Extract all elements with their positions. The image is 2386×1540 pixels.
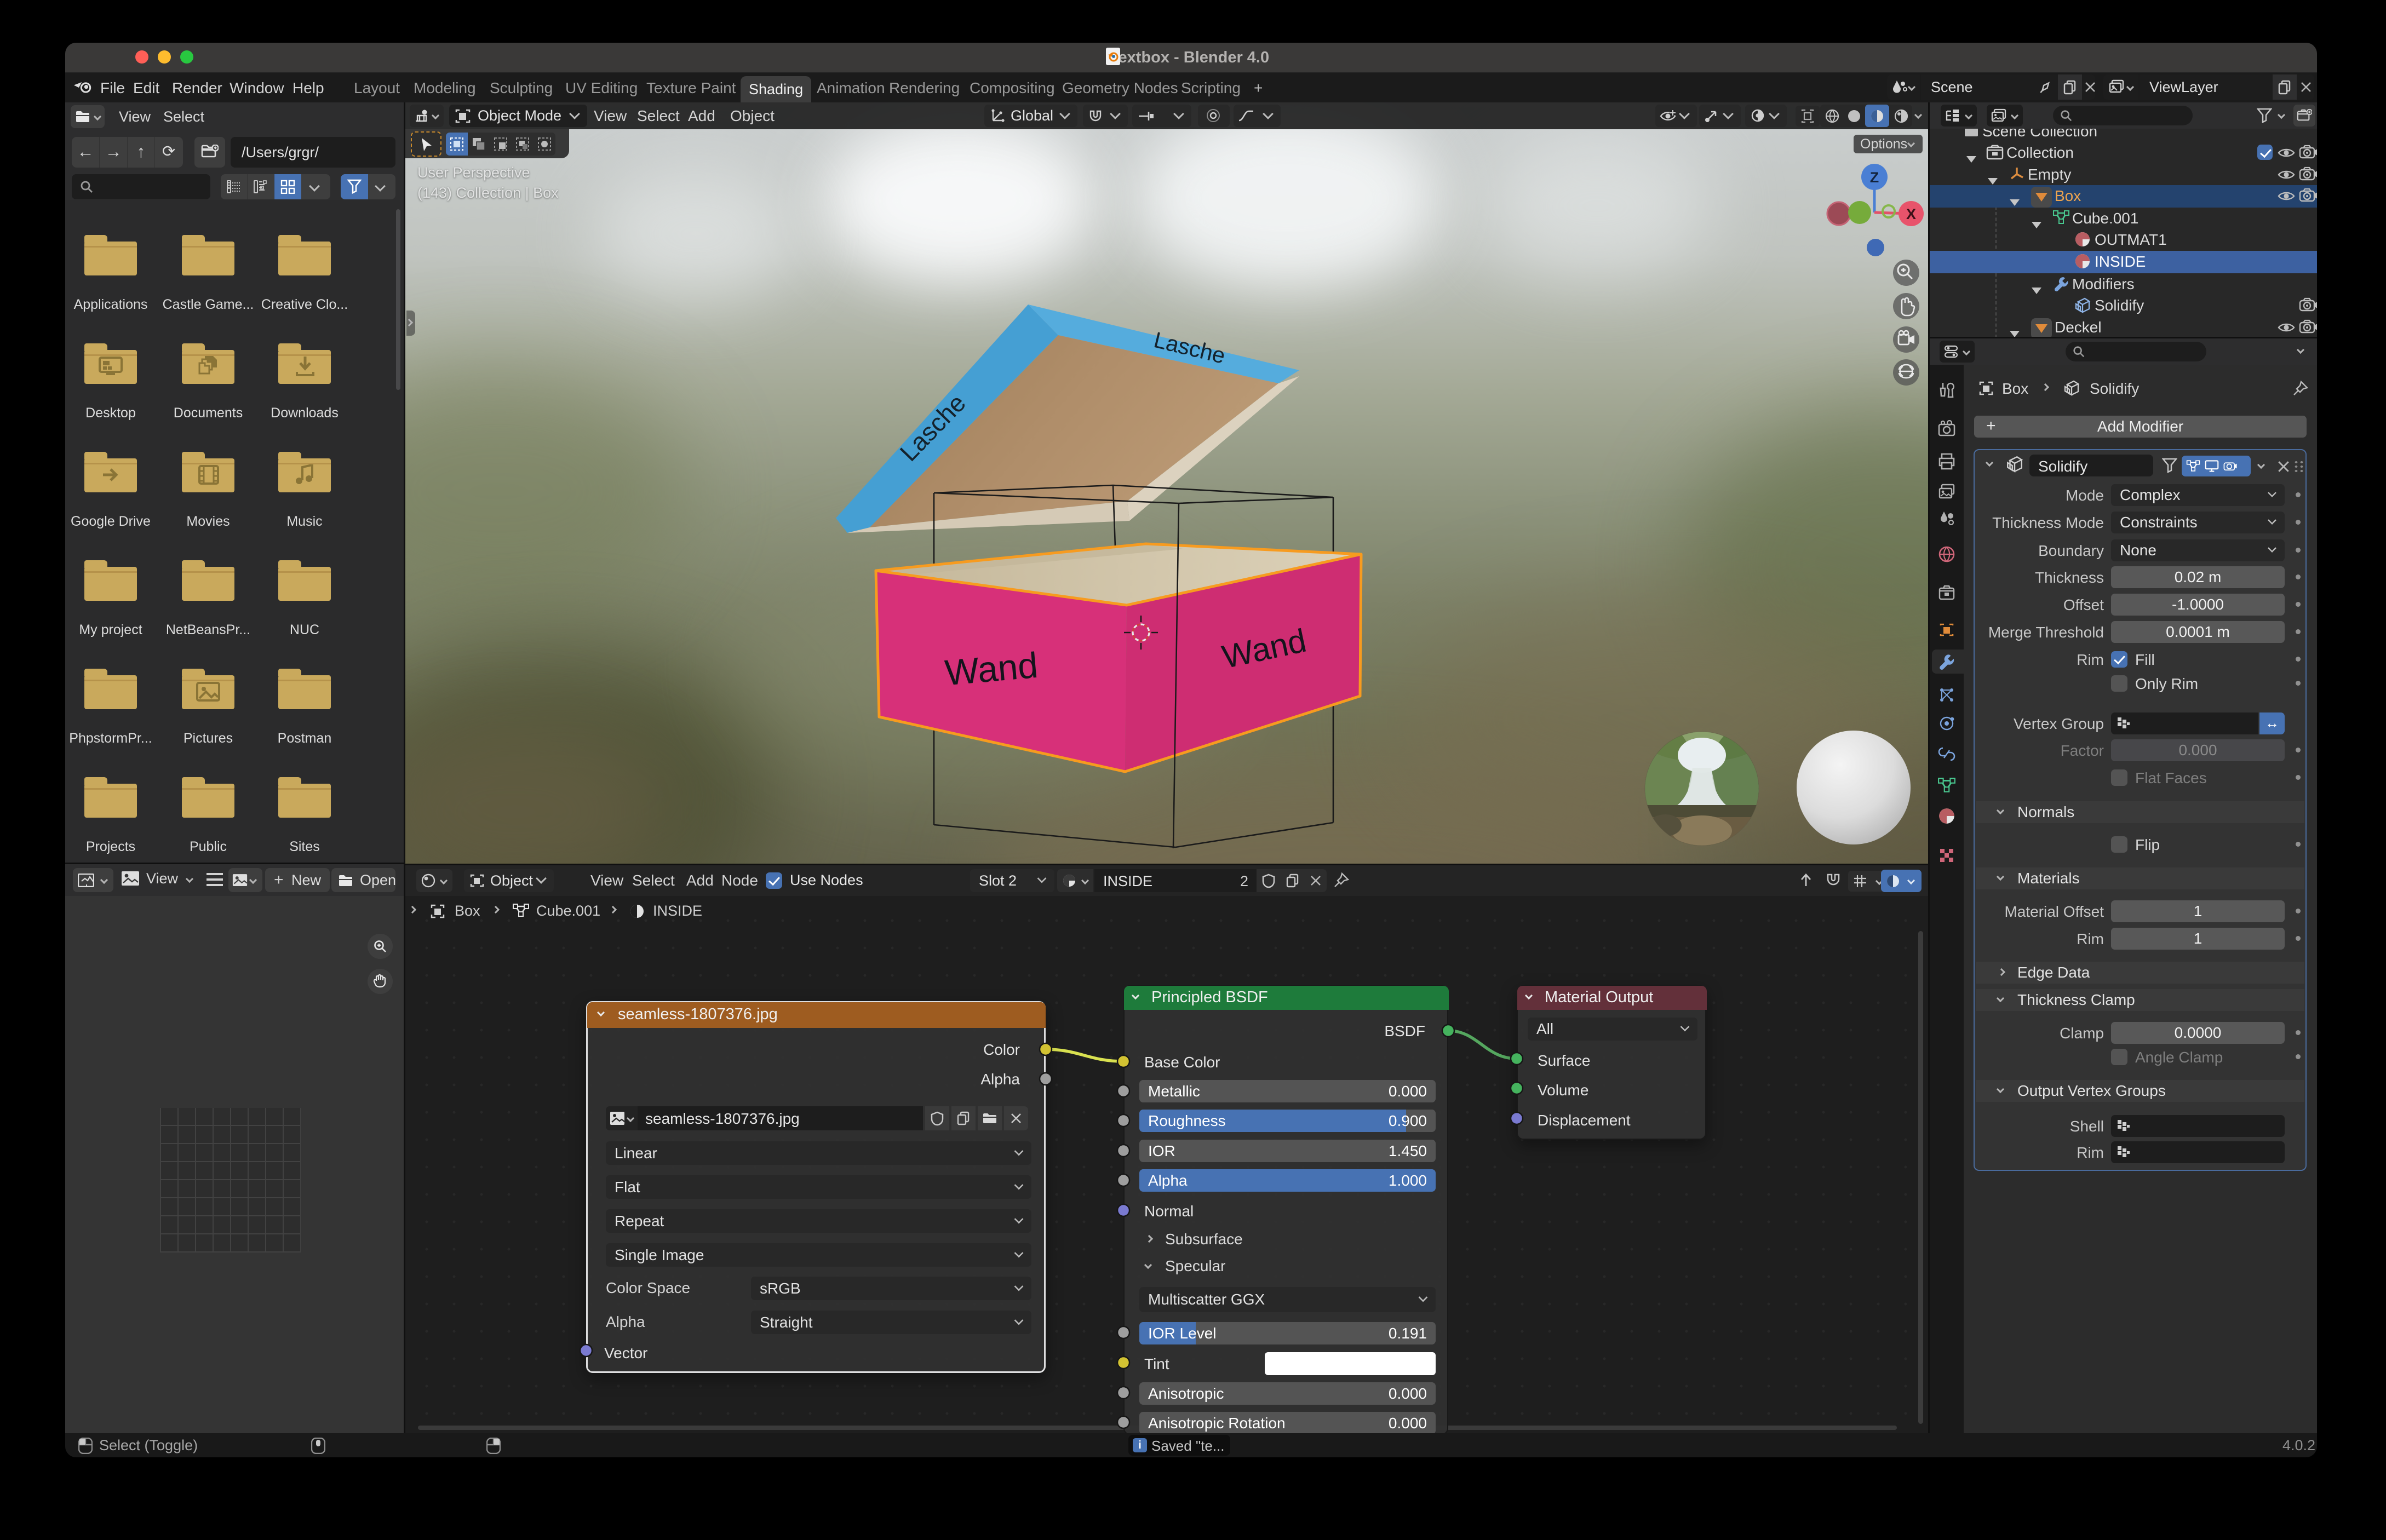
- svg-text:Z: Z: [1870, 169, 1879, 186]
- svg-text:Wand: Wand: [943, 645, 1040, 693]
- svg-text:X: X: [1906, 206, 1916, 222]
